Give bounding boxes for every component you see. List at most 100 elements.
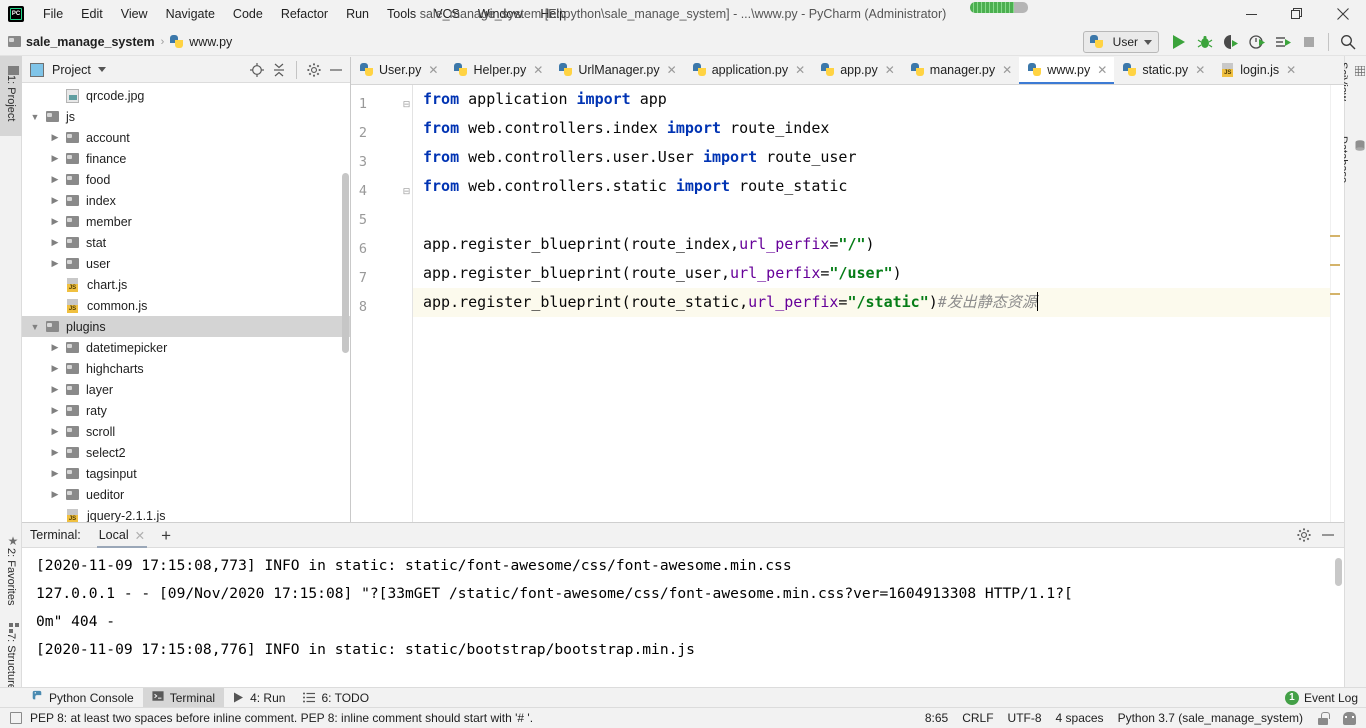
bottom-tab-terminal[interactable]: Terminal [142, 687, 225, 708]
editor-tab-static-py[interactable]: static.py ✕ [1114, 57, 1212, 84]
terminal-scrollbar[interactable] [1335, 558, 1342, 586]
menu-run[interactable]: Run [337, 3, 378, 25]
code-area[interactable]: from application import app from web.cont… [413, 85, 1344, 522]
menu-refactor[interactable]: Refactor [272, 3, 337, 25]
terminal-tab-local[interactable]: Local ✕ [96, 522, 148, 548]
code-fold-icon[interactable]: ⊟ [401, 177, 412, 206]
maximize-button[interactable] [1274, 0, 1320, 28]
editor-tab-manager-py[interactable]: manager.py ✕ [902, 57, 1019, 84]
profile-button[interactable] [1245, 30, 1269, 54]
close-button[interactable] [1320, 0, 1366, 28]
editor-tab-login-js[interactable]: login.js ✕ [1212, 57, 1303, 84]
close-icon[interactable]: ✕ [1002, 64, 1012, 76]
code-line[interactable]: app.register_blueprint(route_static,url_… [413, 288, 1344, 317]
breadcrumb-project[interactable]: sale_manage_system [26, 35, 155, 49]
close-icon[interactable]: ✕ [1286, 64, 1296, 76]
tree-item-plugins[interactable]: ▼ plugins [22, 316, 350, 337]
menu-file[interactable]: File [34, 3, 72, 25]
code-line[interactable]: from application import app [413, 85, 1344, 114]
breadcrumb-file[interactable]: www.py [189, 35, 232, 49]
tree-item-chart-js[interactable]: ▶chart.js [22, 274, 350, 295]
indent-setting[interactable]: 4 spaces [1056, 711, 1104, 725]
tree-item-user[interactable]: ▶ user [22, 253, 350, 274]
chevron-right-icon[interactable]: ▶ [48, 257, 62, 271]
tree-item-datetimepicker[interactable]: ▶ datetimepicker [22, 337, 350, 358]
tree-item-select2[interactable]: ▶ select2 [22, 442, 350, 463]
editor-tab-app-py[interactable]: app.py ✕ [812, 57, 902, 84]
menu-edit[interactable]: Edit [72, 3, 112, 25]
chevron-down-icon[interactable]: ▼ [28, 320, 42, 334]
tree-item-tagsinput[interactable]: ▶ tagsinput [22, 463, 350, 484]
chevron-right-icon[interactable]: ▶ [48, 215, 62, 229]
tree-item-highcharts[interactable]: ▶ highcharts [22, 358, 350, 379]
menu-code[interactable]: Code [224, 3, 272, 25]
project-tree[interactable]: ▶qrcode.jpg▼js▶account▶finance▶food▶inde… [22, 83, 350, 522]
chevron-right-icon[interactable]: ▶ [48, 404, 62, 418]
close-icon[interactable]: ✕ [533, 64, 543, 76]
chevron-right-icon[interactable]: ▶ [48, 236, 62, 250]
chevron-right-icon[interactable]: ▶ [48, 467, 62, 481]
chevron-right-icon[interactable]: ▶ [48, 488, 62, 502]
close-icon[interactable]: ✕ [135, 528, 145, 543]
tree-item-raty[interactable]: ▶ raty [22, 400, 350, 421]
memory-indicator[interactable] [970, 2, 1028, 13]
menu-tools[interactable]: Tools [378, 3, 425, 25]
sidebar-item-database[interactable]: Database [1337, 130, 1366, 212]
tree-item-ueditor[interactable]: ▶ ueditor [22, 484, 350, 505]
minimize-button[interactable] [1228, 0, 1274, 28]
editor-tab-user-py[interactable]: User.py ✕ [351, 57, 445, 84]
bottom-tab-run[interactable]: 4: Run [224, 688, 294, 708]
chevron-down-icon[interactable] [97, 67, 106, 72]
menu-vcs[interactable]: VCS [425, 3, 469, 25]
menu-window[interactable]: Window [469, 3, 531, 25]
coverage-button[interactable] [1219, 30, 1243, 54]
tree-item-finance[interactable]: ▶ finance [22, 148, 350, 169]
chevron-right-icon[interactable]: ▶ [48, 341, 62, 355]
sidebar-item-project[interactable]: 1: Project [0, 56, 22, 136]
close-icon[interactable]: ✕ [795, 64, 805, 76]
caret-position[interactable]: 8:65 [925, 711, 948, 725]
terminal-output[interactable]: [2020-11-09 17:15:08,773] INFO in static… [22, 548, 1344, 687]
code-line[interactable]: app.register_blueprint(route_index,url_p… [413, 230, 1344, 259]
error-stripe-mark[interactable] [1330, 235, 1340, 237]
project-tree-scrollbar[interactable] [342, 173, 349, 353]
python-interpreter[interactable]: Python 3.7 (sale_manage_system) [1118, 711, 1303, 725]
close-icon[interactable]: ✕ [428, 64, 438, 76]
debug-button[interactable] [1193, 30, 1217, 54]
menu-view[interactable]: View [112, 3, 157, 25]
hide-panel-button[interactable] [326, 60, 346, 80]
chevron-right-icon[interactable]: ▶ [48, 446, 62, 460]
attach-button[interactable] [1271, 30, 1295, 54]
tree-item-scroll[interactable]: ▶ scroll [22, 421, 350, 442]
close-icon[interactable]: ✕ [885, 64, 895, 76]
sidebar-item-structure[interactable]: 7: Structure [0, 613, 22, 697]
line-separator[interactable]: CRLF [962, 711, 993, 725]
tree-item-member[interactable]: ▶ member [22, 211, 350, 232]
editor-error-stripe[interactable] [1330, 85, 1344, 522]
new-terminal-button[interactable]: + [161, 527, 171, 544]
menu-navigate[interactable]: Navigate [157, 3, 224, 25]
menu-help[interactable]: Help [531, 3, 575, 25]
editor-tab-application-py[interactable]: application.py ✕ [684, 57, 813, 84]
tree-item-jquery-2-1-1-js[interactable]: ▶jquery-2.1.1.js [22, 505, 350, 522]
code-line[interactable]: from web.controllers.static import route… [413, 172, 1344, 201]
code-line[interactable] [413, 201, 1344, 230]
code-fold-icon[interactable]: ⊟ [401, 90, 412, 119]
chevron-right-icon[interactable]: ▶ [48, 152, 62, 166]
editor-gutter[interactable]: 1 ⊟ 2 3 4 ⊟ 5 6 7 8 [351, 85, 413, 522]
sidebar-item-favorites[interactable]: ★ 2: Favorites [0, 525, 22, 609]
chevron-right-icon[interactable]: ▶ [48, 173, 62, 187]
close-icon[interactable]: ✕ [1097, 64, 1107, 76]
search-everywhere-button[interactable] [1336, 30, 1360, 54]
tree-item-js[interactable]: ▼ js [22, 106, 350, 127]
tree-item-index[interactable]: ▶ index [22, 190, 350, 211]
chevron-right-icon[interactable]: ▶ [48, 362, 62, 376]
chevron-down-icon[interactable]: ▼ [28, 110, 42, 124]
chevron-right-icon[interactable]: ▶ [48, 131, 62, 145]
code-line[interactable]: app.register_blueprint(route_user,url_pe… [413, 259, 1344, 288]
code-editor[interactable]: 1 ⊟ 2 3 4 ⊟ 5 6 7 8 from application import app fr… [351, 85, 1344, 522]
tree-item-qrcode-jpg[interactable]: ▶qrcode.jpg [22, 85, 350, 106]
tree-item-layer[interactable]: ▶ layer [22, 379, 350, 400]
tree-item-food[interactable]: ▶ food [22, 169, 350, 190]
chevron-right-icon[interactable]: ▶ [48, 425, 62, 439]
